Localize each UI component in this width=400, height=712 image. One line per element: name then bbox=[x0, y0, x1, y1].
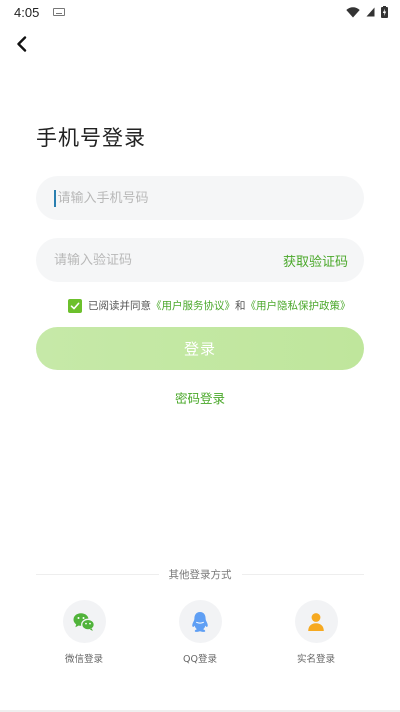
check-icon bbox=[70, 302, 80, 309]
wechat-login[interactable]: 微信登录 bbox=[49, 600, 119, 665]
text-caret bbox=[54, 189, 56, 207]
realname-login-button[interactable] bbox=[294, 600, 338, 643]
qq-icon bbox=[192, 611, 208, 632]
person-icon bbox=[308, 612, 324, 631]
password-login-row: 密码登录 bbox=[0, 388, 400, 407]
qq-login[interactable]: QQ登录 bbox=[165, 600, 235, 665]
realname-login-label: 实名登录 bbox=[296, 654, 335, 665]
other-methods-heading: 其他登录方式 bbox=[168, 569, 232, 581]
agreement-conjunction: 和 bbox=[235, 300, 246, 312]
password-login-link[interactable]: 密码登录 bbox=[175, 391, 225, 406]
login-button[interactable]: 登录 bbox=[36, 327, 364, 370]
agreement-prefix: 已阅读并同意 bbox=[88, 300, 151, 312]
other-methods-divider: 其他登录方式 bbox=[36, 567, 364, 582]
privacy-policy-link[interactable]: 《用户隐私保护政策》 bbox=[246, 298, 351, 313]
status-bar: 4:05 bbox=[0, 0, 400, 24]
battery-charging-icon bbox=[381, 6, 388, 18]
get-code-button[interactable]: 获取验证码 bbox=[283, 251, 348, 270]
realname-login[interactable]: 实名登录 bbox=[281, 600, 351, 665]
phone-input[interactable] bbox=[57, 190, 346, 206]
signal-icon bbox=[366, 7, 375, 17]
page-title: 手机号登录 bbox=[36, 126, 146, 150]
chevron-left-icon bbox=[17, 36, 27, 52]
wechat-login-button[interactable] bbox=[62, 600, 106, 643]
wechat-icon bbox=[73, 612, 95, 631]
qq-login-label: QQ登录 bbox=[183, 654, 217, 665]
status-time: 4:05 bbox=[14, 4, 40, 20]
code-field[interactable]: 获取验证码 bbox=[36, 238, 364, 282]
service-agreement-link[interactable]: 《用户服务协议》 bbox=[151, 298, 235, 313]
agreement-row: 已阅读并同意 《用户服务协议》 和 《用户隐私保护政策》 bbox=[68, 298, 351, 313]
wifi-icon bbox=[346, 6, 360, 17]
agreement-checkbox[interactable] bbox=[68, 298, 82, 313]
qq-login-button[interactable] bbox=[178, 600, 222, 643]
phone-field[interactable] bbox=[36, 176, 364, 220]
wechat-login-label: 微信登录 bbox=[64, 654, 103, 665]
divider-line-left bbox=[36, 574, 159, 575]
keyboard-icon bbox=[53, 8, 66, 16]
code-input[interactable] bbox=[54, 252, 283, 268]
back-button[interactable] bbox=[8, 30, 36, 58]
status-icons bbox=[346, 6, 388, 18]
divider-line-right bbox=[241, 574, 364, 575]
